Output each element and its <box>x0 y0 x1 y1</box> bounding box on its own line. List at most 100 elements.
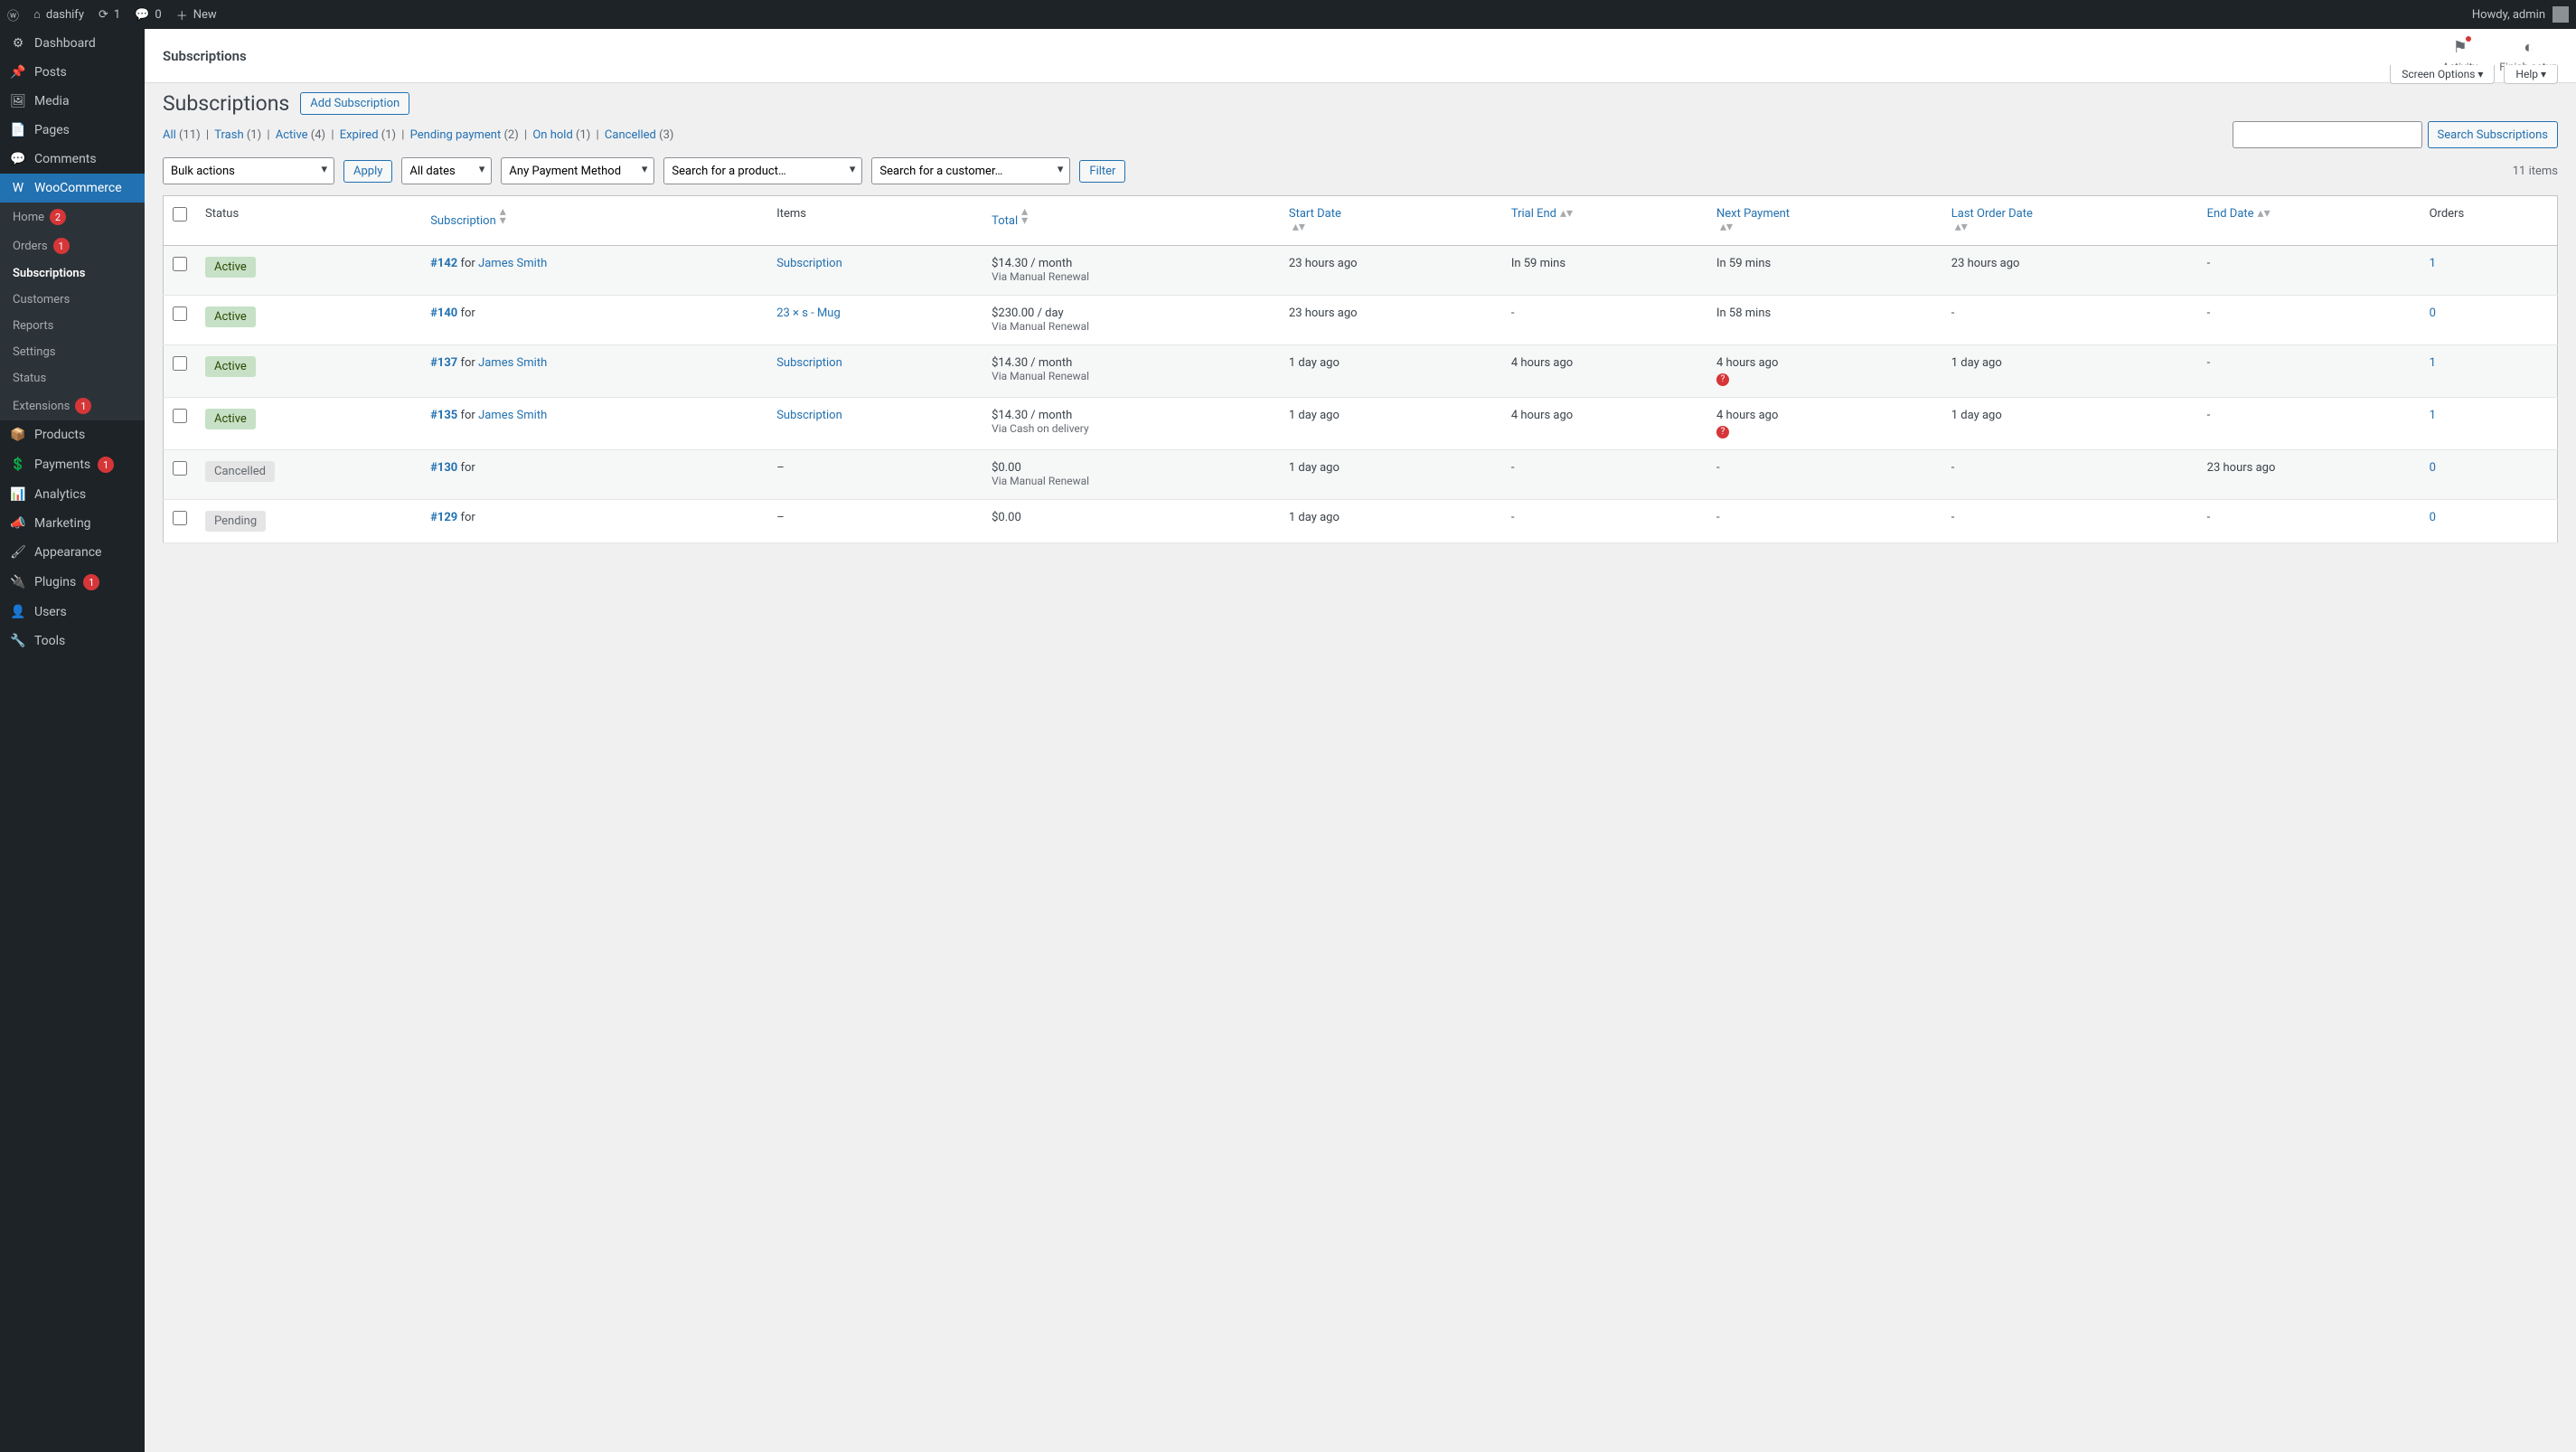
view-filter-all[interactable]: All <box>163 128 176 142</box>
submenu-reports[interactable]: Reports <box>0 313 145 339</box>
menu-item-woocommerce[interactable]: WWooCommerce <box>0 174 145 203</box>
col-next[interactable]: Next Payment▴▾ <box>1707 196 1942 246</box>
menu-item-marketing[interactable]: 📣Marketing <box>0 509 145 538</box>
item-link[interactable]: Subscription <box>776 257 842 270</box>
avatar-icon[interactable] <box>2552 6 2569 23</box>
status-pill[interactable]: Pending <box>205 511 266 532</box>
menu-item-appearance[interactable]: 🖌Appearance <box>0 538 145 567</box>
end-date: - <box>2198 296 2421 345</box>
date-filter-select[interactable]: All dates <box>401 157 492 184</box>
col-status[interactable]: Status <box>196 196 421 246</box>
subscription-id-link[interactable]: #130 <box>430 461 457 475</box>
view-filter-on-hold[interactable]: On hold <box>532 128 572 142</box>
orders-link[interactable]: 1 <box>2430 356 2436 370</box>
col-start[interactable]: Start Date▴▾ <box>1280 196 1502 246</box>
item-link[interactable]: Subscription <box>776 409 842 422</box>
orders-link[interactable]: 0 <box>2430 511 2436 524</box>
view-filter-cancelled[interactable]: Cancelled <box>605 128 656 142</box>
menu-item-products[interactable]: 📦Products <box>0 420 145 449</box>
row-checkbox[interactable] <box>173 409 187 423</box>
menu-item-comments[interactable]: 💬Comments <box>0 145 145 174</box>
view-filter-pending-payment[interactable]: Pending payment <box>410 128 502 142</box>
row-checkbox[interactable] <box>173 257 187 271</box>
menu-item-media[interactable]: 🖼Media <box>0 87 145 116</box>
updates-link[interactable]: ⟳ 1 <box>99 8 120 22</box>
orders-link[interactable]: 0 <box>2430 306 2436 320</box>
trial-end: In 59 mins <box>1502 246 1707 296</box>
menu-item-users[interactable]: 👤Users <box>0 598 145 627</box>
submenu-home[interactable]: Home2 <box>0 203 145 231</box>
customer-link[interactable]: James Smith <box>478 257 547 270</box>
orders-link[interactable]: 0 <box>2430 461 2436 475</box>
new-content-link[interactable]: ＋ New <box>176 6 217 24</box>
status-pill[interactable]: Active <box>205 356 256 377</box>
subscription-id-link[interactable]: #137 <box>430 356 457 370</box>
col-orders[interactable]: Orders <box>2421 196 2558 246</box>
wp-logo[interactable]: ⓦ <box>7 6 19 24</box>
col-end[interactable]: End Date ▴▾ <box>2198 196 2421 246</box>
menu-item-posts[interactable]: 📌Posts <box>0 58 145 87</box>
filter-button[interactable]: Filter <box>1079 160 1125 183</box>
alert-icon[interactable]: ? <box>1716 426 1729 438</box>
subscription-id-link[interactable]: #129 <box>430 511 457 524</box>
row-checkbox[interactable] <box>173 461 187 476</box>
screen-options-tab[interactable]: Screen Options ▾ <box>2390 65 2495 84</box>
apply-button[interactable]: Apply <box>343 160 392 183</box>
menu-item-analytics[interactable]: 📊Analytics <box>0 480 145 509</box>
menu-item-pages[interactable]: 📄Pages <box>0 116 145 145</box>
orders-link[interactable]: 1 <box>2430 409 2436 422</box>
status-pill[interactable]: Active <box>205 409 256 429</box>
payment-method-select[interactable]: Any Payment Method <box>501 157 654 184</box>
subscription-id-link[interactable]: #140 <box>430 306 457 320</box>
subscription-id-link[interactable]: #135 <box>430 409 457 422</box>
menu-item-plugins[interactable]: 🔌Plugins1 <box>0 567 145 598</box>
row-checkbox[interactable] <box>173 356 187 371</box>
product-search-combo[interactable]: Search for a product… <box>663 157 862 184</box>
flag-icon: ⚑ <box>2453 38 2468 57</box>
menu-item-dashboard[interactable]: ⚙Dashboard <box>0 29 145 58</box>
select-all-checkbox[interactable] <box>173 207 187 222</box>
view-filter-trash[interactable]: Trash <box>214 128 243 142</box>
count-badge: 1 <box>75 398 91 414</box>
start-date: 1 day ago <box>1280 500 1502 543</box>
help-tab[interactable]: Help ▾ <box>2504 65 2558 84</box>
howdy-text[interactable]: Howdy, admin <box>2472 8 2545 22</box>
add-subscription-button[interactable]: Add Subscription <box>300 92 409 115</box>
col-trial[interactable]: Trial End ▴▾ <box>1502 196 1707 246</box>
status-pill[interactable]: Active <box>205 257 256 278</box>
site-name-link[interactable]: ⌂ dashify <box>33 7 84 22</box>
comments-link[interactable]: 💬 0 <box>135 8 162 22</box>
search-subscriptions-button[interactable]: Search Subscriptions <box>2428 121 2558 148</box>
search-input[interactable] <box>2233 121 2422 148</box>
view-filter-expired[interactable]: Expired <box>340 128 379 142</box>
start-date: 23 hours ago <box>1280 246 1502 296</box>
submenu-orders[interactable]: Orders1 <box>0 231 145 260</box>
bulk-actions-select[interactable]: Bulk actions <box>163 157 334 184</box>
customer-link[interactable]: James Smith <box>478 409 547 422</box>
status-pill[interactable]: Cancelled <box>205 461 275 482</box>
row-checkbox[interactable] <box>173 306 187 321</box>
item-link[interactable]: Subscription <box>776 356 842 370</box>
item-link[interactable]: 23 × s - Mug <box>776 306 841 320</box>
submenu-subscriptions[interactable]: Subscriptions <box>0 260 145 287</box>
menu-item-payments[interactable]: 💲Payments1 <box>0 449 145 480</box>
subscription-id-link[interactable]: #142 <box>430 257 457 270</box>
customer-search-combo[interactable]: Search for a customer… <box>871 157 1070 184</box>
status-pill[interactable]: Active <box>205 306 256 327</box>
alert-icon[interactable]: ? <box>1716 373 1729 386</box>
submenu-settings[interactable]: Settings <box>0 339 145 365</box>
col-total[interactable]: Total▴▾ <box>982 196 1280 246</box>
row-checkbox[interactable] <box>173 511 187 525</box>
col-last[interactable]: Last Order Date▴▾ <box>1942 196 2198 246</box>
customer-link[interactable]: James Smith <box>478 356 547 370</box>
submenu-customers[interactable]: Customers <box>0 287 145 313</box>
col-items[interactable]: Items <box>767 196 982 246</box>
start-date: 1 day ago <box>1280 345 1502 398</box>
view-filter-active[interactable]: Active <box>276 128 308 142</box>
col-subscription[interactable]: Subscription▴▾ <box>421 196 767 246</box>
menu-item-tools[interactable]: 🔧Tools <box>0 627 145 655</box>
start-date: 23 hours ago <box>1280 296 1502 345</box>
submenu-extensions[interactable]: Extensions1 <box>0 391 145 420</box>
submenu-status[interactable]: Status <box>0 365 145 391</box>
orders-link[interactable]: 1 <box>2430 257 2436 270</box>
